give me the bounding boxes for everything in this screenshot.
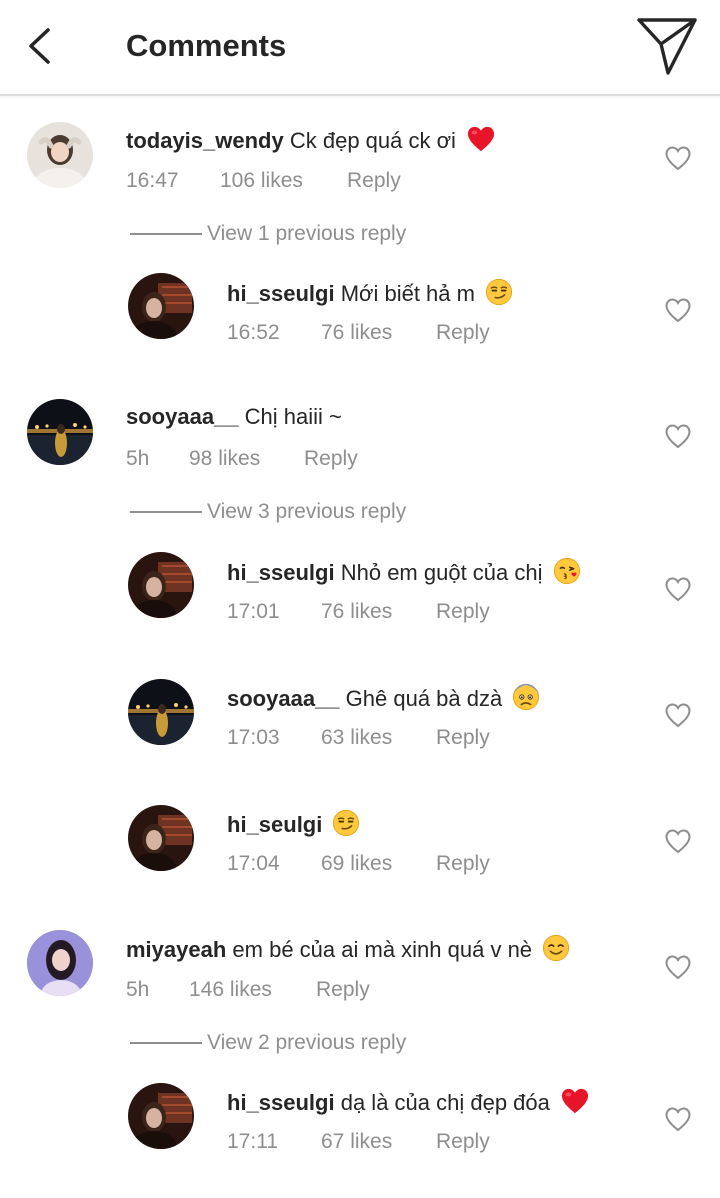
reply-body: Mới biết hả m [340,281,475,306]
avatar[interactable] [27,930,93,996]
reply-time: 17:04 [227,852,280,875]
likes-count[interactable]: 67 likes [321,1129,392,1155]
comment-body: Chị haiii ~ [244,404,342,429]
comment-time: 5h [126,978,150,1001]
reply-button[interactable]: Reply [436,320,490,346]
reply-button[interactable]: Reply [436,1129,490,1155]
avatar[interactable] [128,273,194,339]
avatar[interactable] [128,1083,194,1149]
anxious-face-icon [512,683,540,711]
chevron-left-icon [29,28,50,64]
red-heart-icon [466,125,496,153]
reply-time: 17:03 [227,726,280,749]
comment-body: Ck đẹp quá ck ơi [289,128,456,153]
like-heart-icon[interactable] [664,702,692,728]
likes-count[interactable]: 69 likes [321,851,392,877]
comment-text: todayis_wendy Ck đẹp quá ck ơi [126,125,496,155]
paper-plane-icon [637,18,697,75]
likes-count[interactable]: 76 likes [321,320,392,346]
likes-count[interactable]: 63 likes [321,725,392,751]
comment-username[interactable]: sooyaaa__ [126,404,239,429]
avatar[interactable] [27,122,93,188]
divider-line [130,511,202,513]
reply-time: 17:11 [227,1130,278,1153]
avatar[interactable] [128,552,194,618]
reply-time: 16:52 [227,321,280,344]
smirking-face-icon [332,809,360,837]
reply-username[interactable]: hi_seulgi [227,812,322,837]
likes-count[interactable]: 106 likes [220,168,303,194]
reply-username[interactable]: hi_sseulgi [227,281,335,306]
like-heart-icon[interactable] [664,1106,692,1132]
likes-count[interactable]: 146 likes [189,977,272,1003]
like-heart-icon[interactable] [664,423,692,449]
smiling-face-icon [542,934,570,962]
avatar[interactable] [27,399,93,465]
header-bar: Comments [0,0,720,96]
smirking-face-icon [485,278,513,306]
reply-button[interactable]: Reply [436,725,490,751]
comment-time: 16:47 [126,169,179,192]
comment-username[interactable]: miyayeah [126,937,226,962]
reply-button[interactable]: Reply [436,851,490,877]
reply-username[interactable]: hi_sseulgi [227,1090,335,1115]
reply-username[interactable]: sooyaaa__ [227,686,340,711]
reply-text: hi_sseulgi Mới biết hả m [227,278,513,308]
like-heart-icon[interactable] [664,954,692,980]
reply-body: Nhỏ em guột của chị [340,560,543,585]
like-heart-icon[interactable] [664,297,692,323]
likes-count[interactable]: 98 likes [189,446,260,472]
reply-username[interactable]: hi_sseulgi [227,560,335,585]
reply-time: 17:01 [227,600,280,623]
reply-text: hi_seulgi [227,809,360,839]
face-blowing-kiss-icon [553,557,581,585]
divider-line [130,1042,202,1044]
comment-text: miyayeah em bé của ai mà xinh quá v nè [126,934,570,964]
like-heart-icon[interactable] [664,828,692,854]
like-heart-icon[interactable] [664,576,692,602]
back-button[interactable] [20,22,64,70]
reply-text: sooyaaa__ Ghê quá bà dzà [227,683,540,713]
avatar[interactable] [128,805,194,871]
comment-time: 5h [126,447,150,470]
divider-line [130,233,202,235]
likes-count[interactable]: 76 likes [321,599,392,625]
reply-body: Ghê quá bà dzà [345,686,503,711]
reply-button[interactable]: Reply [316,977,370,1003]
avatar[interactable] [128,679,194,745]
comment-username[interactable]: todayis_wendy [126,128,284,153]
comment-body: em bé của ai mà xinh quá v nè [232,937,533,962]
reply-button[interactable]: Reply [304,446,358,472]
reply-text: hi_sseulgi dạ là của chị đẹp đóa [227,1087,590,1117]
red-heart-icon [560,1087,590,1115]
reply-text: hi_sseulgi Nhỏ em guột của chị [227,557,581,587]
comment-text: sooyaaa__ Chị haiii ~ [126,403,342,431]
reply-button[interactable]: Reply [436,599,490,625]
reply-button[interactable]: Reply [347,168,401,194]
page-title: Comments [126,28,287,63]
reply-body: dạ là của chị đẹp đóa [340,1090,550,1115]
direct-message-button[interactable] [632,14,702,78]
like-heart-icon[interactable] [664,145,692,171]
